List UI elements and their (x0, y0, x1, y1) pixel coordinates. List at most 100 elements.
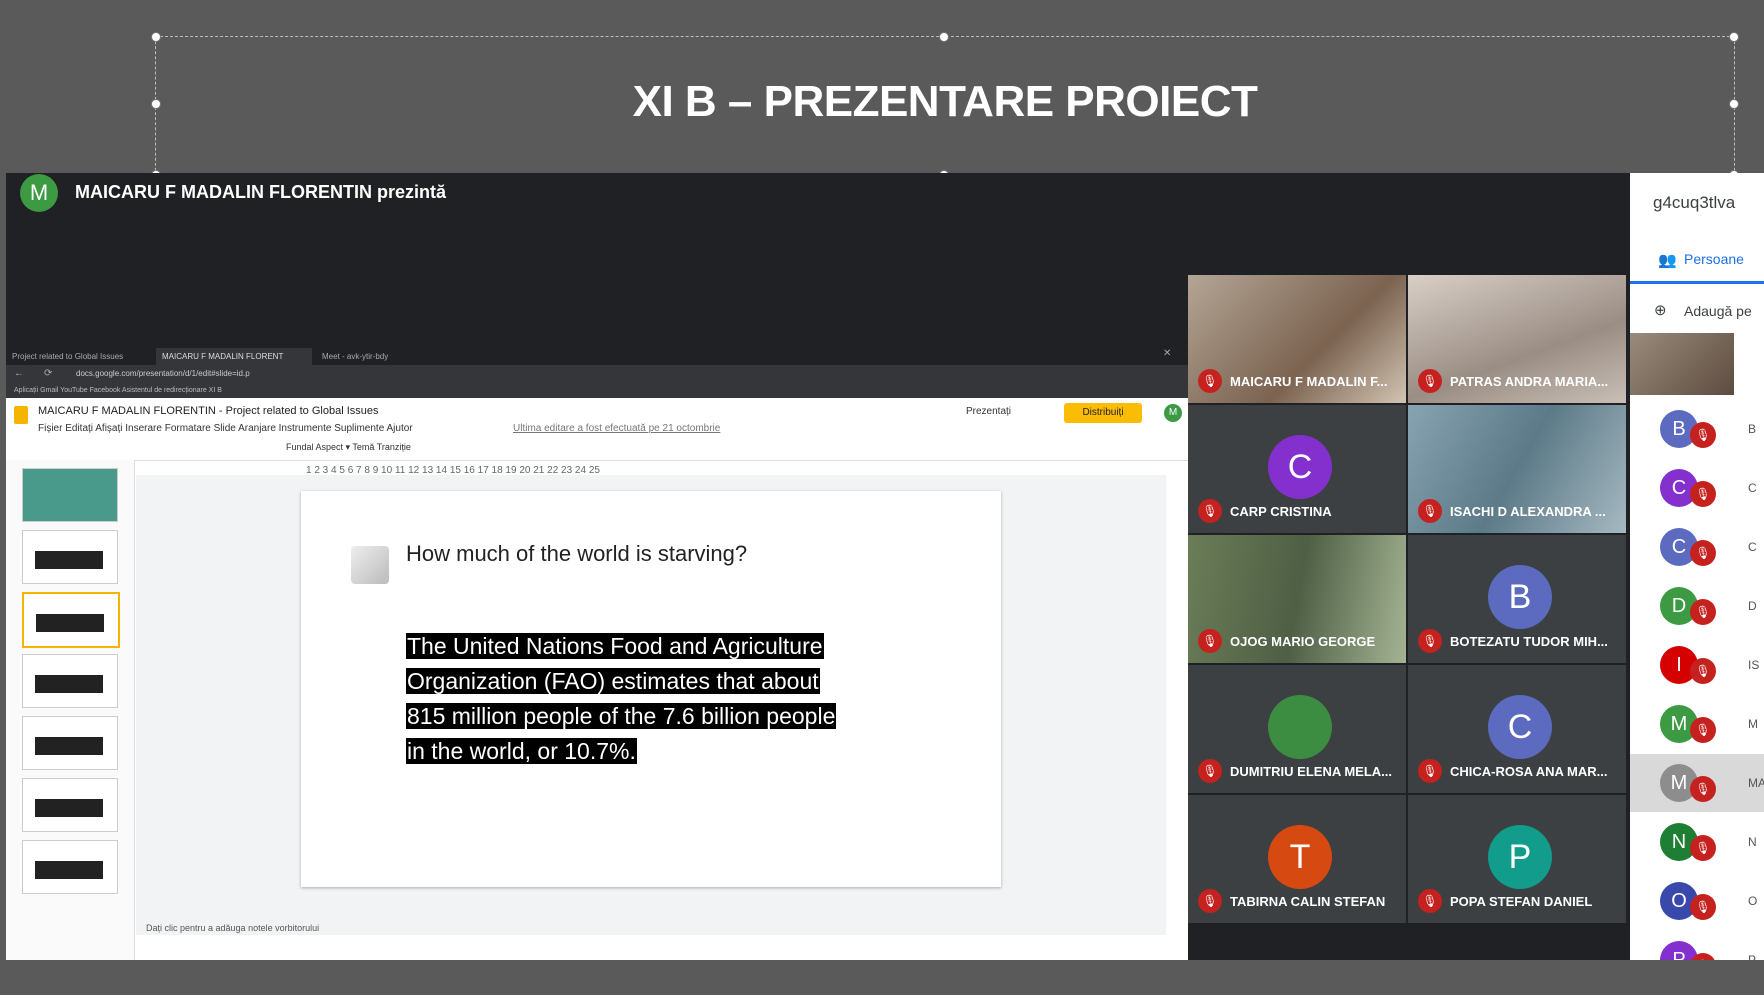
people-list-item[interactable]: I 🎙 IS (1630, 636, 1764, 694)
people-list-item[interactable]: N 🎙 N (1630, 813, 1764, 871)
browser-tab-bar: Project related to Global Issues MAICARU… (6, 345, 1188, 365)
slide-thumbnail[interactable] (22, 716, 118, 770)
url-text[interactable]: docs.google.com/presentation/d/1/edit#sl… (76, 369, 250, 378)
people-list-item[interactable]: O 🎙 O (1630, 872, 1764, 930)
slide-thumbnail[interactable] (22, 840, 118, 894)
mic-off-icon: 🎙 (1690, 658, 1716, 684)
participant-avatar: P (1488, 825, 1552, 889)
tab-indicator (1630, 281, 1764, 284)
people-list-item[interactable]: D 🎙 D (1630, 577, 1764, 635)
participant-tile[interactable]: 🎙 PATRAS ANDRA MARIA... (1408, 275, 1626, 403)
tab-people[interactable]: Persoane (1684, 251, 1744, 267)
mic-off-icon: 🎙 (1198, 369, 1222, 393)
slide-question[interactable]: How much of the world is starving? (406, 541, 747, 567)
browser-url-bar[interactable]: ← ⟳ docs.google.com/presentation/d/1/edi… (6, 365, 1188, 384)
doc-menu[interactable]: Fișier Editați Afișați Inserare Formatar… (38, 423, 413, 434)
people-list-name: O (1748, 894, 1758, 908)
people-list-item[interactable]: B 🎙 B (1630, 400, 1764, 458)
participant-tile[interactable]: 🎙 ISACHI D ALEXANDRA ... (1408, 405, 1626, 533)
people-list-item[interactable]: C 🎙 C (1630, 518, 1764, 576)
mic-off-icon: 🎙 (1690, 835, 1716, 861)
people-icon: 👥 (1658, 252, 1677, 269)
mic-off-icon: 🎙 (1198, 889, 1222, 913)
add-people-button[interactable]: Adaugă pe (1684, 303, 1752, 319)
resize-handle[interactable] (1729, 32, 1739, 42)
resize-handle[interactable] (151, 32, 161, 42)
people-list-item[interactable]: M 🎙 M (1630, 695, 1764, 753)
back-icon[interactable]: ← (14, 368, 24, 379)
participant-name: CHICA-ROSA ANA MAR... (1450, 764, 1608, 779)
browser-tab[interactable]: Meet - avk-ytir-bdy (316, 348, 442, 365)
slide-thumbnail[interactable] (22, 654, 118, 708)
people-list-name: D (1748, 599, 1757, 613)
participant-name: CARP CRISTINA (1230, 504, 1332, 519)
participant-name: TABIRNA CALIN STEFAN (1230, 894, 1386, 909)
slide[interactable]: How much of the world is starving? The U… (301, 491, 1001, 887)
avatar[interactable]: M (1164, 404, 1182, 422)
slides-logo-icon[interactable] (14, 406, 28, 424)
mic-off-icon: 🎙 (1690, 776, 1716, 802)
bottom-bar (0, 960, 1764, 995)
browser-tab-active[interactable]: MAICARU F MADALIN FLORENT (156, 348, 312, 365)
participant-tile[interactable]: 🎙 OJOG MARIO GEORGE (1188, 535, 1406, 663)
participant-name: OJOG MARIO GEORGE (1230, 634, 1376, 649)
presenter-avatar: M (20, 174, 58, 212)
reload-icon[interactable]: ⟳ (44, 368, 52, 379)
bookmarks-bar: Aplicații Gmail YouTube Facebook Asisten… (6, 384, 1188, 398)
participant-tile[interactable]: 🎙 DUMITRIU ELENA MELA... (1188, 665, 1406, 793)
mic-off-icon: 🎙 (1690, 717, 1716, 743)
participant-tile[interactable]: C 🎙 CARP CRISTINA (1188, 405, 1406, 533)
people-list-item[interactable]: P🎙P (1630, 931, 1764, 960)
participant-name: POPA STEFAN DANIEL (1450, 894, 1593, 909)
slide-thumbnail-active[interactable] (22, 592, 120, 648)
mic-off-icon: 🎙 (1198, 629, 1222, 653)
slide-thumbnail[interactable] (22, 530, 118, 584)
participant-avatar: T (1268, 825, 1332, 889)
participant-avatar (1268, 695, 1332, 759)
mic-off-icon: 🎙 (1690, 481, 1716, 507)
browser-tab[interactable]: Project related to Global Issues (6, 348, 152, 365)
slide-thumbnail[interactable] (22, 468, 118, 522)
mic-off-icon: 🎙 (1690, 894, 1716, 920)
meet-code: g4cuq3tlva (1653, 193, 1736, 212)
participant-name: MAICARU F MADALIN F... (1230, 374, 1388, 389)
speaker-notes[interactable]: Dați clic pentru a adăuga notele vorbito… (146, 923, 319, 933)
people-list-item[interactable]: M 🎙 MA (1630, 754, 1764, 812)
mic-off-icon: 🎙 (1418, 759, 1442, 783)
slide-body[interactable]: The United Nations Food and Agriculture … (406, 629, 846, 769)
people-list-item[interactable]: C 🎙 C (1630, 459, 1764, 517)
add-person-icon: ⊕ (1654, 302, 1667, 319)
participant-tile[interactable]: P 🎙 POPA STEFAN DANIEL (1408, 795, 1626, 923)
share-button[interactable]: Distribuiți (1064, 403, 1142, 423)
doc-title[interactable]: MAICARU F MADALIN FLORENTIN - Project re… (38, 405, 378, 417)
people-list-name: C (1748, 481, 1757, 495)
doc-toolbar[interactable]: Fundal Aspect ▾ Temă Tranziție (286, 442, 411, 453)
mic-off-icon: 🎙 (1418, 629, 1442, 653)
mic-off-icon: 🎙 (1690, 599, 1716, 625)
people-list-name: IS (1748, 658, 1760, 672)
mic-off-icon: 🎙 (1690, 422, 1716, 448)
mic-off-icon: 🎙 (1198, 759, 1222, 783)
participant-tile[interactable]: 🎙 MAICARU F MADALIN F... (1188, 275, 1406, 403)
participant-name: ISACHI D ALEXANDRA ... (1450, 504, 1606, 519)
participant-avatar: C (1268, 435, 1332, 499)
participant-tile[interactable]: B 🎙 BOTEZATU TUDOR MIH... (1408, 535, 1626, 663)
mic-off-icon: 🎙 (1418, 889, 1442, 913)
slide-title[interactable]: XI B – PREZENTARE PROIECT (156, 77, 1734, 127)
resize-handle[interactable] (939, 32, 949, 42)
participant-tile[interactable]: T 🎙 TABIRNA CALIN STEFAN (1188, 795, 1406, 923)
slide-title-box[interactable]: XI B – PREZENTARE PROIECT (151, 32, 1739, 180)
last-edit-link[interactable]: Ultima editare a fost efectuată pe 21 oc… (513, 423, 720, 434)
participant-tile[interactable]: C 🎙 CHICA-ROSA ANA MAR... (1408, 665, 1626, 793)
participant-name: PATRAS ANDRA MARIA... (1450, 374, 1609, 389)
slides-header: MAICARU F MADALIN FLORENTIN - Project re… (6, 398, 1188, 461)
ruler: 1 2 3 4 5 6 7 8 9 10 11 12 13 14 15 16 1… (306, 465, 600, 476)
slide-thumbnail[interactable] (22, 778, 118, 832)
mic-off-icon: 🎙 (1690, 540, 1716, 566)
people-list-name: C (1748, 540, 1757, 554)
participant-name: DUMITRIU ELENA MELA... (1230, 764, 1393, 779)
presenter-label: MAICARU F MADALIN FLORENTIN prezintă (75, 182, 446, 202)
close-icon[interactable]: ✕ (1163, 348, 1171, 359)
slide-thumbnails (6, 460, 135, 960)
present-button[interactable]: Prezentați (966, 406, 1011, 417)
